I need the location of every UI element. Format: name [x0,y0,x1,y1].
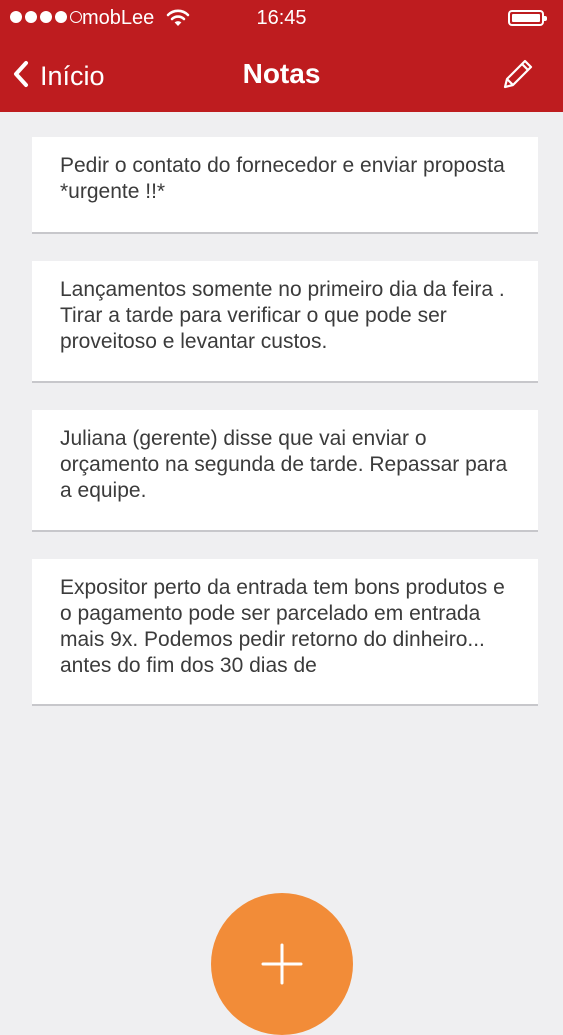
battery-fill [512,14,540,22]
notes-list: Pedir o contato do fornecedor e enviar p… [32,137,538,706]
pencil-icon [501,57,535,96]
status-time: 16:45 [256,7,307,29]
note-item[interactable]: Lançamentos somente no primeiro dia da f… [32,261,538,383]
app-header: mobLee 16:45 Início Notas [0,0,563,112]
note-item[interactable]: Expositor perto da entrada tem bons prod… [32,559,538,706]
battery-icon [508,10,547,26]
status-bar: mobLee 16:45 [0,0,563,38]
note-item[interactable]: Pedir o contato do fornecedor e enviar p… [32,137,538,234]
navigation-bar: Início Notas [0,40,563,112]
page-title: Notas [242,58,321,89]
edit-button[interactable] [494,54,542,98]
battery-tip [544,16,547,21]
add-note-button[interactable] [211,893,353,1035]
note-item[interactable]: Juliana (gerente) disse que vai enviar o… [32,410,538,532]
